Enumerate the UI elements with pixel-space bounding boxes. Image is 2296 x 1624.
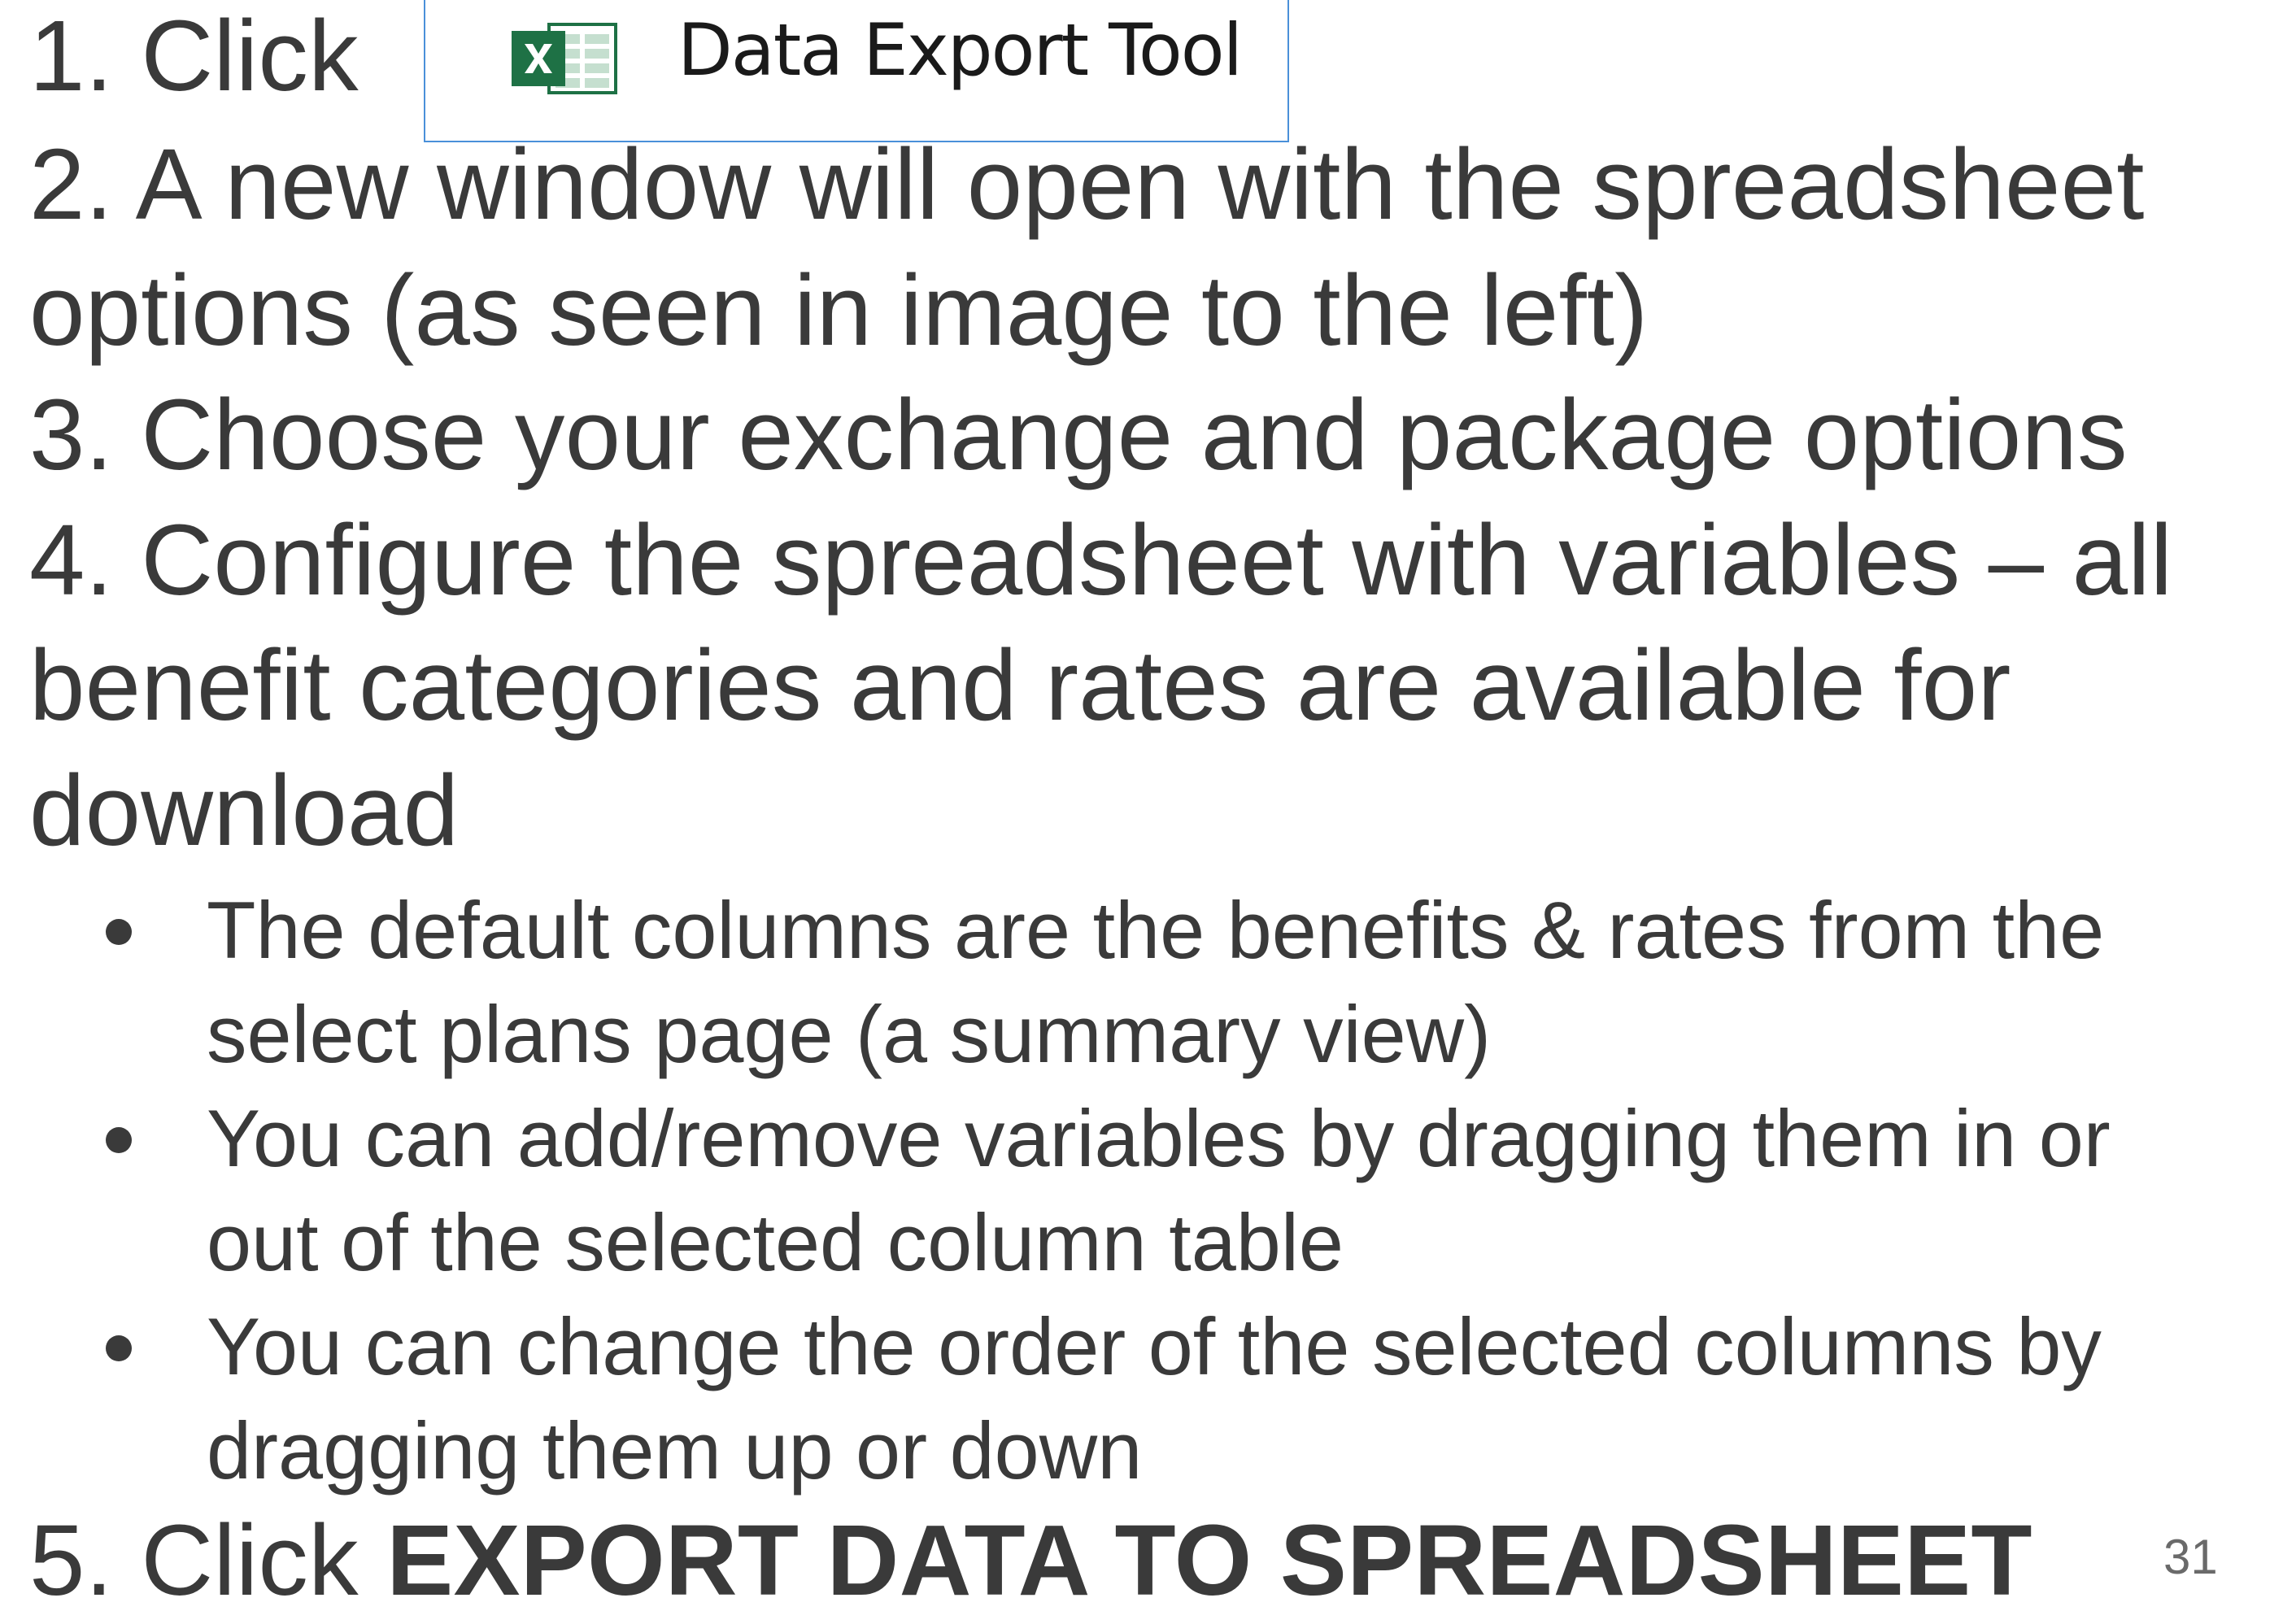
bullet-1-line-2: select plans page (a summary view) [207,989,1492,1079]
bullet-2-line-1: You can add/remove variables by dragging… [207,1093,2111,1183]
bullet-2-dot [106,1127,132,1153]
bullet-3-line-2: dragging them up or down [207,1405,1143,1496]
excel-icon [512,23,617,94]
step-1-prefix: 1. Click [29,1,359,112]
step-4-line-1: 4. Configure the spreadsheet with variab… [29,505,2173,616]
data-export-tool-button[interactable]: Data Export Tool [424,0,1289,142]
bullet-3-line-1: You can change the order of the selected… [207,1301,2102,1391]
step-5-prefix: 5. Click [29,1505,387,1617]
step-4-line-3: download [29,755,460,867]
bullet-2-line-2: out of the selected column table [207,1197,1344,1287]
step-2-line-1: 2. A new window will open with the sprea… [29,129,2145,241]
step-3-line-1: 3. Choose your exchange and package opti… [29,380,2128,491]
bullet-1-line-1: The default columns are the benefits & r… [207,885,2105,975]
bullet-3-dot [106,1335,132,1361]
page-number: 31 [2163,1530,2218,1584]
step-1-text: 1. Click [29,0,359,120]
bullet-1-dot [106,919,132,945]
export-data-to-spreadsheet-text: EXPORT DATA TO SPREADSHEET [386,1505,2032,1617]
step-2-line-2: options (as seen in image to the left) [29,255,1649,367]
step-4-line-2: benefit categories and rates are availab… [29,630,2011,742]
step-5-line: 5. Click EXPORT DATA TO SPREADSHEET [29,1498,2032,1624]
data-export-tool-label: Data Export Tool [677,8,1243,92]
slide: 1. Click Data Export Tool 2. A new windo… [0,0,2296,1617]
